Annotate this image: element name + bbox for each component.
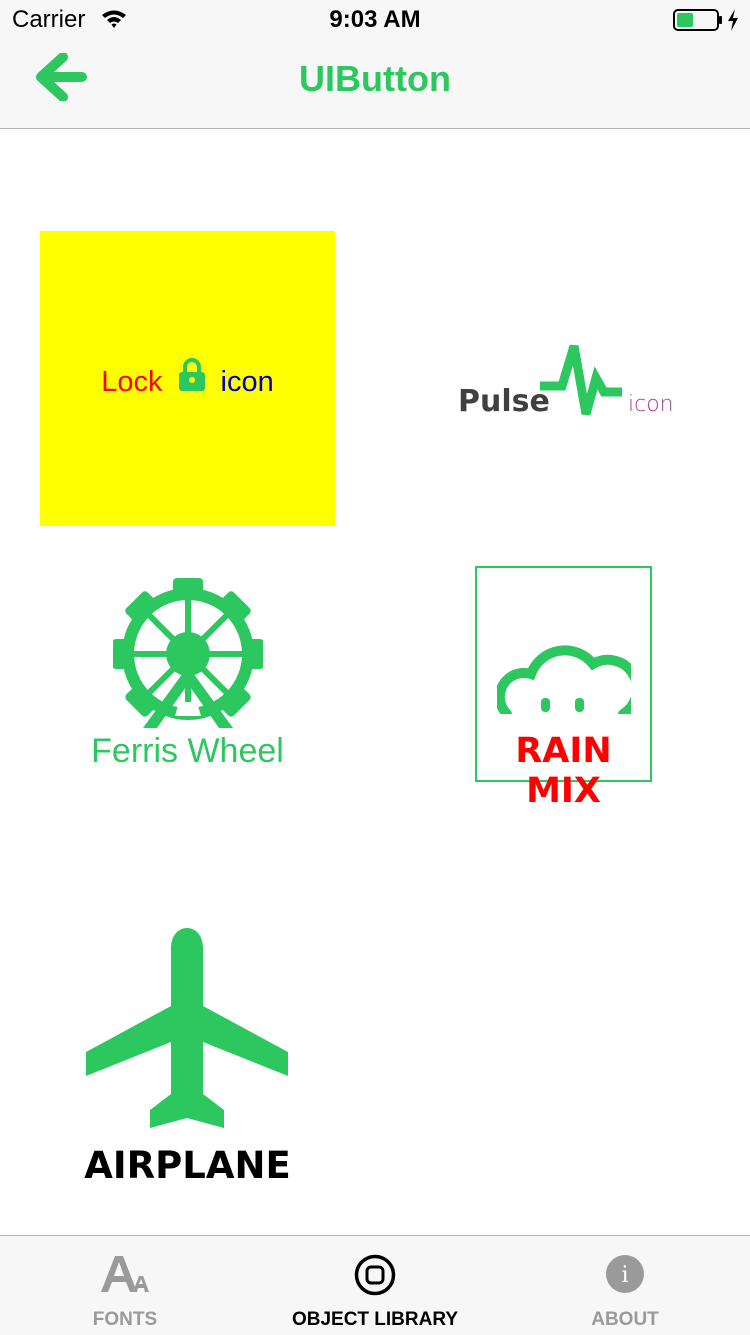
tab-bar: FONTS OBJECT LIBRARY i ABOUT bbox=[0, 1235, 750, 1335]
battery-icon bbox=[673, 9, 723, 36]
status-time: 9:03 AM bbox=[329, 6, 421, 33]
fonts-icon bbox=[0, 1254, 250, 1294]
pulse-button-label: Pulse bbox=[458, 384, 550, 419]
svg-text:i: i bbox=[621, 1263, 628, 1288]
rain-mix-icon bbox=[494, 630, 643, 719]
status-bar: Carrier 9:03 AM bbox=[0, 0, 750, 40]
info-icon: i bbox=[500, 1254, 750, 1294]
lock-button-suffix: icon bbox=[220, 366, 274, 398]
pulse-button-suffix: icon bbox=[628, 392, 674, 417]
ferris-wheel-icon bbox=[112, 576, 264, 733]
tab-about[interactable]: i ABOUT bbox=[500, 1236, 750, 1335]
lock-icon bbox=[177, 358, 207, 397]
lock-button[interactable]: Lock icon bbox=[40, 231, 335, 526]
airplane-button[interactable]: AIRPLANE bbox=[40, 920, 335, 1200]
ferris-wheel-button-label: Ferris Wheel bbox=[91, 732, 284, 770]
rain-mix-button[interactable]: RAIN MIX bbox=[475, 566, 652, 811]
object-library-icon bbox=[250, 1254, 500, 1296]
airplane-icon bbox=[84, 926, 290, 1137]
tab-label: OBJECT LIBRARY bbox=[291, 1309, 459, 1330]
tab-object-library[interactable]: OBJECT LIBRARY bbox=[250, 1236, 500, 1335]
tab-fonts[interactable]: FONTS bbox=[0, 1236, 250, 1335]
airplane-button-label: AIRPLANE bbox=[84, 1144, 291, 1187]
pulse-icon bbox=[540, 342, 624, 423]
charging-bolt-icon bbox=[727, 9, 739, 36]
ferris-wheel-button[interactable]: Ferris Wheel bbox=[40, 570, 335, 780]
rain-mix-button-label: RAIN MIX bbox=[515, 731, 612, 811]
navigation-bar: UIButton bbox=[0, 40, 750, 129]
pulse-button[interactable]: Pulse icon bbox=[440, 330, 690, 430]
tab-label: ABOUT bbox=[591, 1309, 659, 1330]
page-title: UIButton bbox=[299, 58, 451, 99]
lock-button-label: Lock bbox=[101, 366, 163, 398]
tab-label: FONTS bbox=[92, 1309, 158, 1330]
